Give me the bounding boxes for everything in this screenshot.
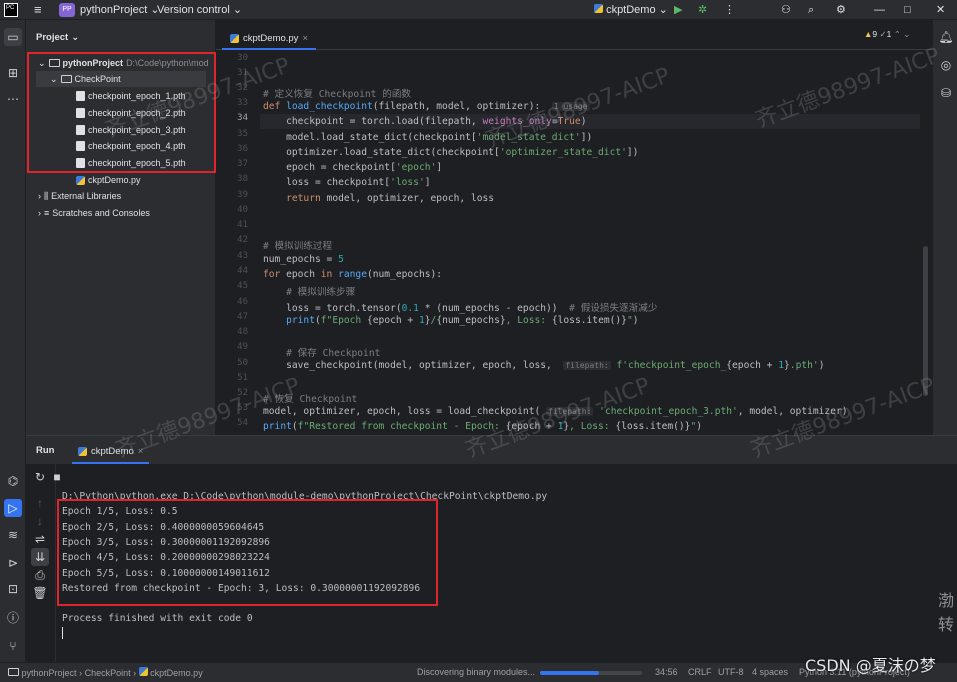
print-icon[interactable]: ⎙ — [31, 566, 49, 584]
database-icon[interactable]: ⛁ — [937, 84, 955, 102]
text-cursor — [62, 627, 63, 639]
python-file-icon — [78, 446, 87, 456]
more-icon[interactable]: ⋯ — [4, 90, 22, 108]
chevron-down-icon: ⌄ — [232, 4, 243, 16]
python-file-icon — [76, 175, 85, 185]
debug-icon[interactable]: ✲ — [698, 2, 707, 18]
csdn-watermark: CSDN @夏沫の梦 — [805, 656, 936, 675]
side-characters: 渤 转 — [938, 593, 955, 634]
file-name: ckptDemo.py — [88, 175, 141, 185]
arrow-up-icon[interactable]: ↑ — [31, 494, 49, 512]
python-file-icon — [138, 667, 148, 676]
folder-icon[interactable]: ▭ — [4, 28, 22, 46]
background-task[interactable]: Discovering binary modules... — [417, 667, 535, 677]
notifications-icon[interactable]: 🔔︎ — [937, 28, 955, 46]
process-finished: Process finished with exit code 0 — [62, 613, 253, 624]
line-separator[interactable]: CRLF — [688, 667, 712, 677]
vcs-menu[interactable]: Version control ⌄ — [157, 2, 242, 18]
title-bar: PC ≡ PP pythonProject ⌄ Version control … — [0, 0, 957, 20]
vcs-label: Version control — [157, 4, 230, 16]
tree-scratches[interactable]: › ≡ Scratches and Consoles — [38, 205, 150, 221]
run-config-selector[interactable]: ckptDemo ⌄ — [594, 2, 668, 18]
chevron-right-icon: › — [133, 668, 137, 678]
library-icon: ⫼ — [44, 191, 49, 201]
layers-icon[interactable]: ≋ — [4, 526, 22, 544]
panel-title-label: Project — [36, 32, 69, 43]
problems-icon[interactable]: ⓘ — [4, 608, 22, 626]
main-menu-icon[interactable]: ≡ — [34, 2, 42, 18]
task-progress-bar — [540, 671, 642, 675]
caret-position[interactable]: 34:56 — [655, 667, 678, 677]
gear-icon[interactable]: ⚙ — [836, 2, 846, 18]
chevron-right-icon: › — [38, 208, 41, 218]
list-item[interactable]: ckptDemo.py — [76, 172, 141, 188]
python-file-icon — [594, 4, 603, 13]
run-config-name: ckptDemo — [606, 4, 656, 16]
run-panel-title: Run — [36, 445, 55, 456]
indent-setting[interactable]: 4 spaces — [752, 667, 788, 677]
breadcrumb-folder[interactable]: CheckPoint — [85, 668, 131, 678]
close-icon[interactable]: ✕ — [936, 2, 945, 18]
chevron-down-icon: ⌄ — [658, 4, 668, 16]
stop-icon[interactable]: ■ — [48, 468, 66, 486]
run-tool-icon[interactable]: ▷ — [4, 499, 22, 517]
soft-wrap-icon[interactable]: ⇌ — [31, 530, 49, 548]
run-icon[interactable]: ▶ — [674, 2, 682, 18]
file-encoding[interactable]: UTF-8 — [718, 667, 744, 677]
project-badge: PP — [59, 3, 75, 17]
python-packages-icon[interactable]: ⌬ — [4, 472, 22, 490]
project-name: pythonProject — [80, 4, 148, 16]
pycharm-logo: PC — [4, 3, 18, 17]
scroll-to-end-icon[interactable]: ⇊ — [31, 548, 49, 566]
add-user-icon[interactable]: ⚇ — [781, 2, 791, 18]
rerun-icon[interactable]: ↻ — [31, 468, 49, 486]
structure-icon[interactable]: ⊞ — [4, 64, 22, 82]
search-icon[interactable]: ⌕ — [808, 2, 814, 18]
task-progress-fill — [540, 671, 600, 675]
left-tool-strip: ▭ ⊞ ⋯ ⌬ ▷ ≋ ⊳ ⊡ ⓘ ⑂ — [0, 20, 26, 662]
project-switcher[interactable]: pythonProject ⌄ — [80, 2, 160, 18]
trash-icon[interactable]: 🗑︎ — [31, 584, 49, 602]
arrow-down-icon[interactable]: ↓ — [31, 512, 49, 530]
maximize-icon[interactable]: □ — [904, 2, 911, 18]
chevron-right-icon: › — [38, 191, 41, 201]
tree-label: External Libraries — [51, 191, 122, 201]
minimize-icon[interactable]: — — [874, 2, 885, 18]
breadcrumb-project[interactable]: pythonProject — [22, 668, 77, 678]
git-icon[interactable]: ⑂ — [4, 637, 22, 655]
scratches-icon: ≡ — [44, 208, 50, 218]
chevron-down-icon: ⌄ — [71, 32, 80, 43]
more-actions-icon[interactable]: ⋮ — [724, 2, 735, 18]
tree-label: Scratches and Consoles — [52, 208, 150, 218]
breadcrumb-file[interactable]: ckptDemo.py — [150, 668, 203, 678]
chevron-right-icon: › — [79, 668, 83, 678]
run-toolbar: ↻ ■ ↑ ↓ ⇌ ⇊ ⎙ 🗑︎ — [26, 464, 61, 663]
folder-icon — [8, 668, 19, 676]
project-panel-title[interactable]: Project ⌄ — [36, 30, 79, 46]
breadcrumb: pythonProject › CheckPoint › ckptDemo.py — [8, 667, 203, 678]
highlight-box — [57, 499, 438, 606]
services-icon[interactable]: ⊳ — [4, 554, 22, 572]
tree-external-libraries[interactable]: › ⫼ External Libraries — [38, 188, 121, 204]
terminal-icon[interactable]: ⊡ — [4, 580, 22, 598]
right-tool-strip: 🔔︎ ◎ ⛁ — [933, 20, 957, 435]
